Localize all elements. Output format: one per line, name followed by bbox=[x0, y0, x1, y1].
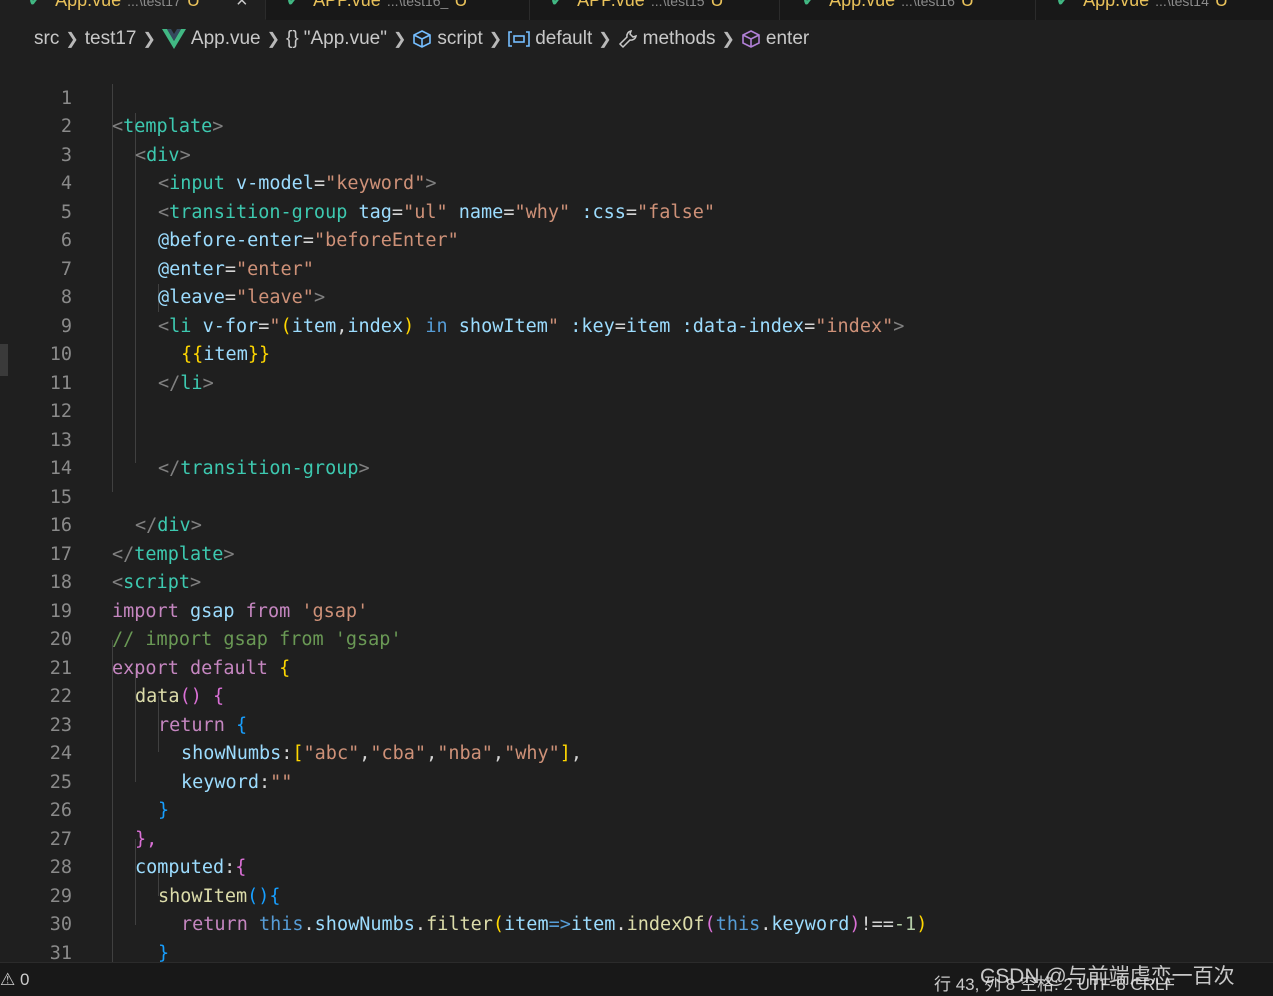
breadcrumb-script[interactable]: script bbox=[412, 28, 483, 50]
code-line: 25 } bbox=[49, 771, 170, 822]
vue-icon: ✔ bbox=[28, 0, 44, 10]
code-line: 18 import gsap from 'gsap' bbox=[49, 572, 369, 622]
chevron-right-icon: ❯ bbox=[392, 31, 407, 48]
variable-icon bbox=[508, 31, 530, 47]
braces-icon: {} bbox=[286, 28, 299, 49]
breadcrumb-default[interactable]: default bbox=[508, 28, 592, 50]
code-line: 1 <template> bbox=[60, 87, 224, 138]
code-line: 7 @leave="leave"> bbox=[60, 258, 326, 309]
breadcrumb-enter[interactable]: enter bbox=[741, 28, 809, 50]
tab-app-vue-test17[interactable]: ✔ App.vue ...\test17 U × bbox=[0, 0, 266, 20]
chevron-right-icon: ❯ bbox=[266, 31, 281, 48]
vue-icon: ✔ bbox=[802, 0, 818, 10]
code-line: 32 methods:{ bbox=[0, 940, 1273, 963]
code-line: 11 bbox=[49, 372, 72, 394]
code-line: 22 return { bbox=[49, 686, 248, 736]
tab-bar: ✔ App.vue ...\test17 U × ✔ APP.vue ...\test16… bbox=[0, 0, 1273, 20]
chevron-right-icon: ❯ bbox=[65, 31, 79, 48]
code-line: 19 // import gsap from 'gsap' bbox=[49, 600, 402, 651]
tab-app-vue-test15[interactable]: ✔ APP.vue ...\test15 U bbox=[530, 0, 780, 20]
vue-icon: ✔ bbox=[286, 0, 302, 10]
tab-app-vue-test16b[interactable]: ✔ App.vue ...\test16 U bbox=[780, 0, 1036, 20]
code-line: 6 @enter="enter" bbox=[60, 230, 314, 280]
tab-app-vue-test16[interactable]: ✔ APP.vue ...\test16_ U bbox=[266, 0, 530, 20]
wrench-icon bbox=[618, 30, 637, 49]
code-line: 2 <div> bbox=[60, 116, 191, 166]
code-line: 5 @before-enter="beforeEnter" bbox=[60, 201, 459, 252]
code-line: 3 <input v-model="keyword"> bbox=[60, 144, 437, 195]
breadcrumb-folder[interactable]: test17 bbox=[85, 28, 137, 50]
code-line: 16 </template> bbox=[49, 515, 235, 565]
chevron-right-icon: ❯ bbox=[598, 31, 612, 48]
problems-indicator[interactable]: ⚠ 0 bbox=[0, 970, 29, 990]
cube-icon bbox=[413, 30, 432, 48]
watermark: CSDN @与前端虐恋一百次 bbox=[980, 965, 1235, 988]
breadcrumb-json-root[interactable]: {} "App.vue" bbox=[286, 28, 387, 50]
vue-icon: ✔ bbox=[1056, 0, 1072, 10]
code-line: 17 <script> bbox=[49, 543, 202, 594]
code-line: 9 {{item}} bbox=[60, 315, 271, 366]
code-line: 13 </transition-group> bbox=[49, 429, 370, 480]
code-line: 14 bbox=[49, 458, 72, 479]
code-line: 24 keyword:"" bbox=[49, 743, 293, 793]
breadcrumb: src ❯ test17 ❯ App.vue ❯ {} "App.vue" ❯ … bbox=[0, 22, 1273, 56]
code-line: 30 } bbox=[49, 914, 170, 962]
breadcrumb-methods[interactable]: methods bbox=[618, 28, 716, 50]
code-line: 4 <transition-group tag="ul" name="why" … bbox=[60, 173, 715, 223]
vue-icon: ✔ bbox=[550, 0, 566, 10]
chevron-right-icon: ❯ bbox=[721, 31, 735, 48]
chevron-right-icon: ❯ bbox=[142, 31, 156, 48]
close-icon[interactable]: × bbox=[236, 0, 248, 12]
code-editor[interactable]: 1 <template> 2 <div> 3 <input v-model="k… bbox=[0, 56, 1273, 962]
code-line: 10 </li> bbox=[49, 344, 214, 394]
code-line: 20 export default { bbox=[49, 629, 291, 679]
code-line: 8 <li v-for="(item,index) in showItem" :… bbox=[60, 287, 905, 337]
breadcrumb-src[interactable]: src bbox=[34, 28, 59, 50]
method-icon bbox=[742, 30, 760, 48]
code-line: 15 </div> bbox=[49, 486, 202, 537]
code-line: 29 return this.showNumbs.filter(item=>it… bbox=[49, 885, 928, 936]
code-line: 23 showNumbs:["abc","cba","nba","why"], bbox=[49, 714, 583, 765]
code-line: 28 showItem(){ bbox=[49, 857, 281, 907]
code-line: 12 bbox=[49, 401, 72, 422]
code-line: 31 }, bbox=[49, 942, 72, 963]
code-line: 21 data() { bbox=[49, 657, 225, 708]
chevron-right-icon: ❯ bbox=[488, 31, 503, 48]
tab-app-vue-test14[interactable]: ✔ App.vue ...\test14 U bbox=[1036, 0, 1273, 20]
vue-icon bbox=[161, 29, 186, 49]
breadcrumb-file[interactable]: App.vue bbox=[161, 28, 261, 50]
code-line: 27 computed:{ bbox=[49, 828, 247, 879]
code-line: 26 }, bbox=[49, 800, 158, 850]
